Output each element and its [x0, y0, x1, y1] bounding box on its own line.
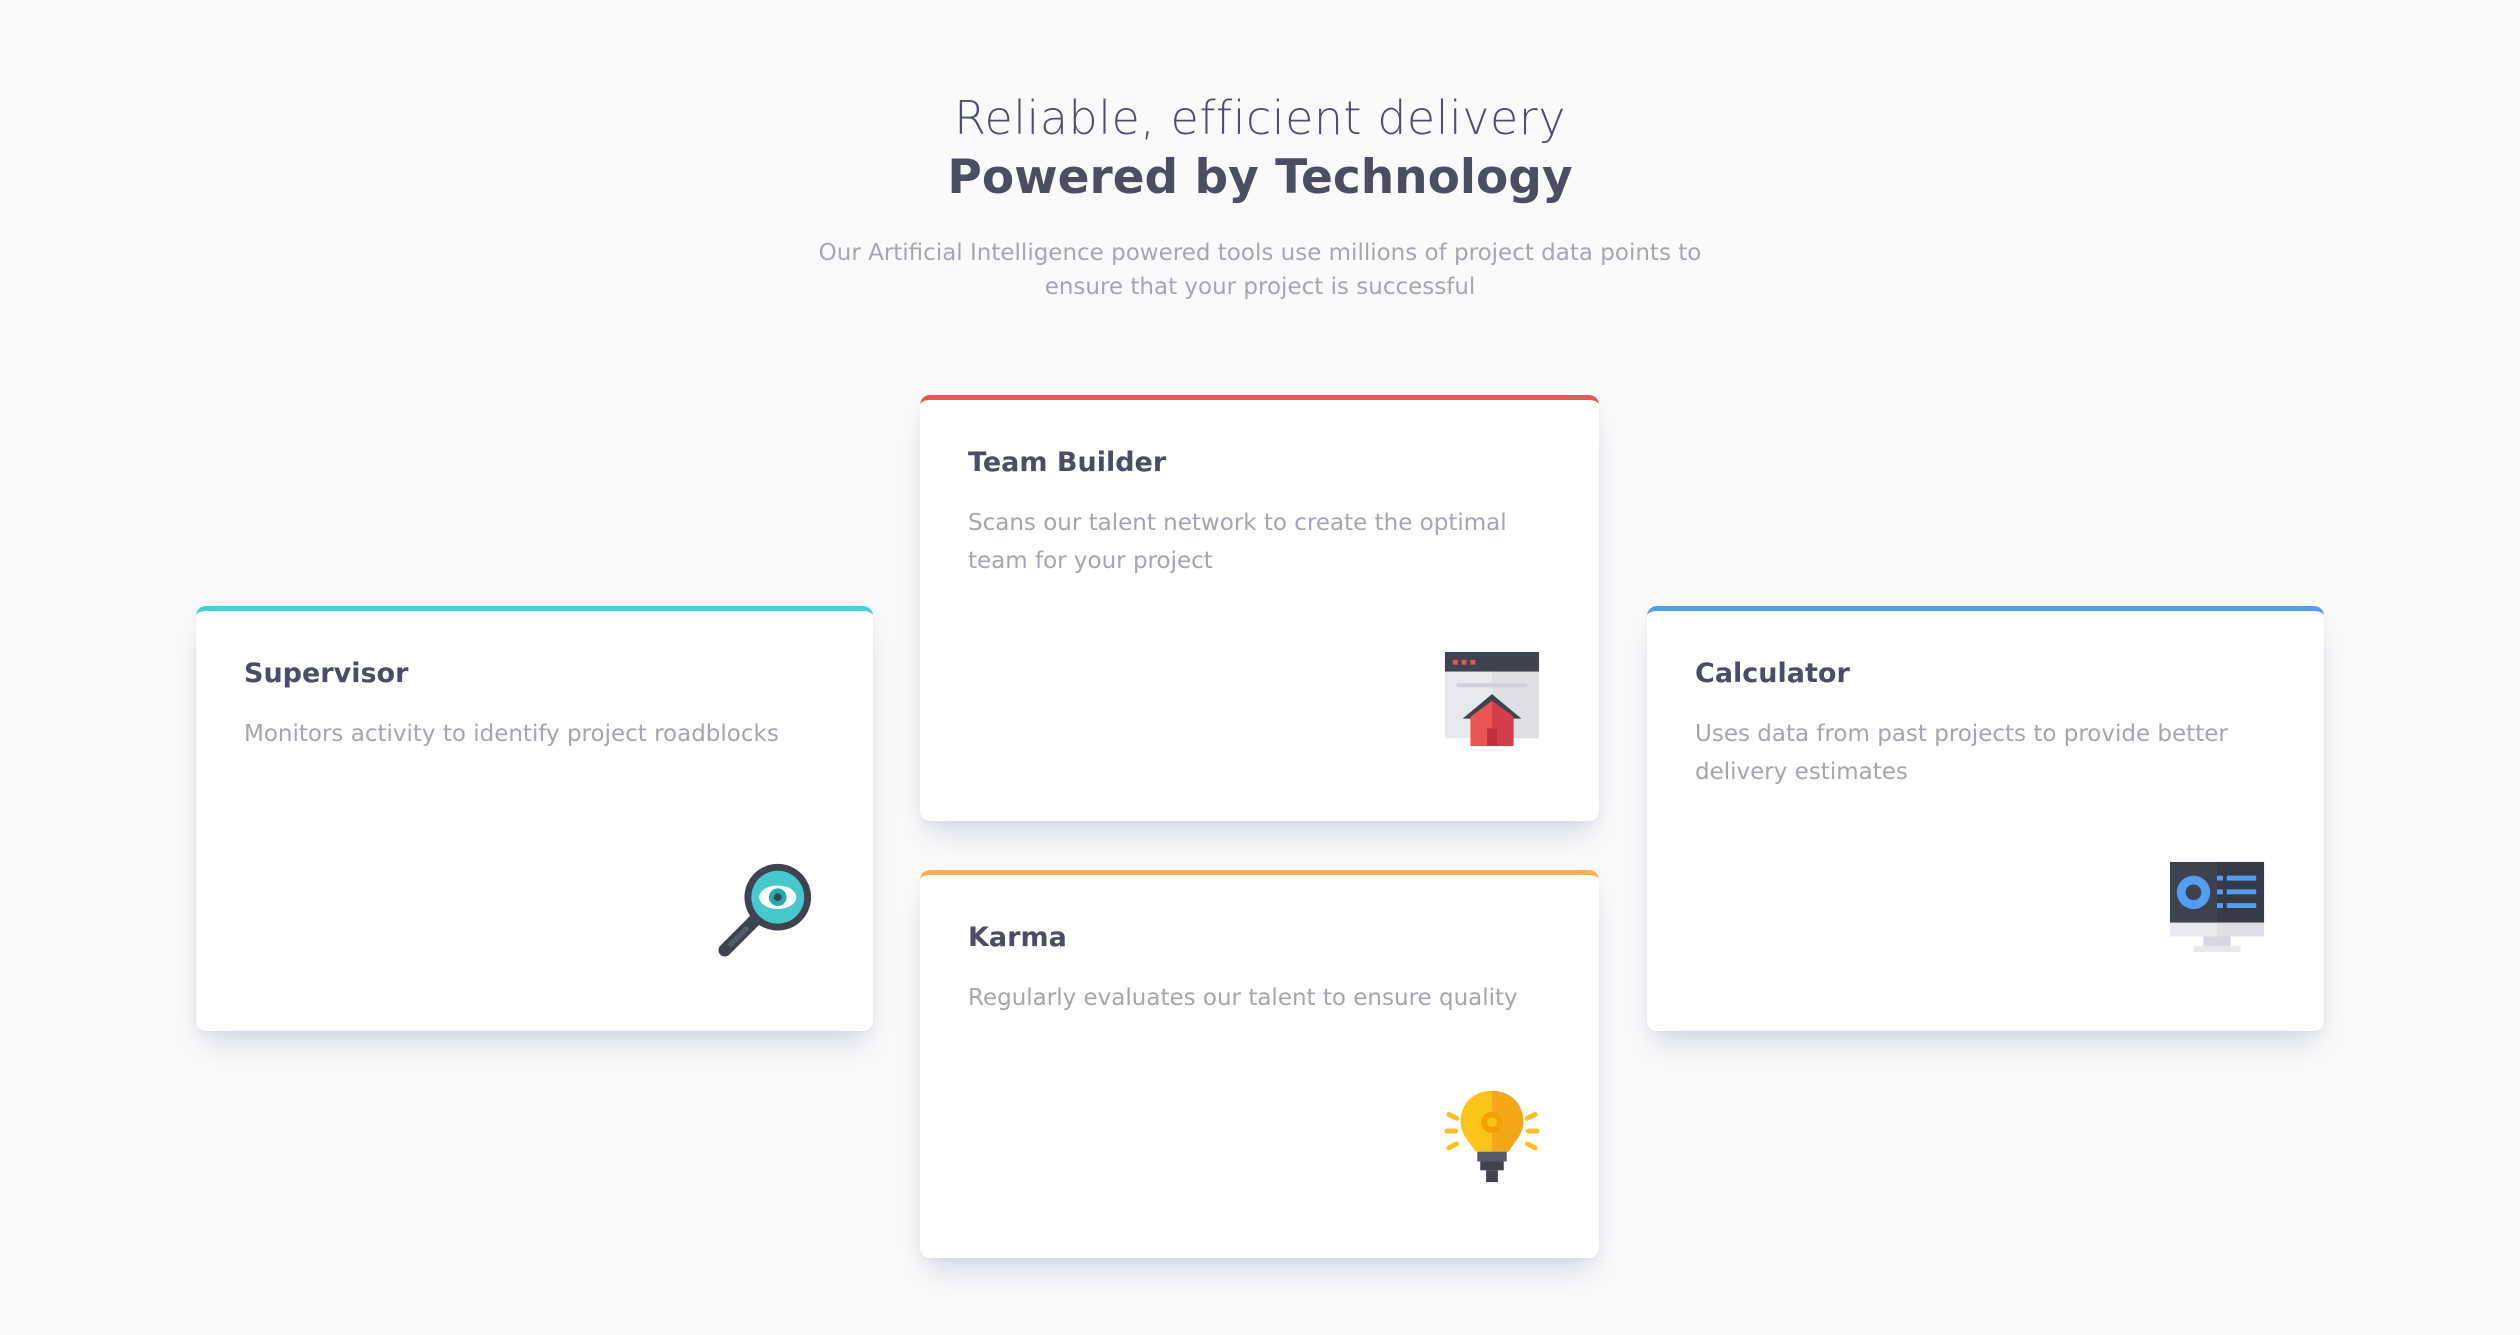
card-supervisor: Supervisor Monitors activity to identify… — [196, 606, 873, 1031]
card-description: Uses data from past projects to provide … — [1695, 721, 2228, 785]
card-title: Team Builder — [968, 447, 1167, 478]
card-title: Supervisor — [244, 658, 409, 689]
card-description: Scans our talent network to create the o… — [968, 510, 1507, 574]
header-title-light: Reliable, efficient delivery — [954, 91, 1566, 145]
page-header: Reliable, efficient delivery Powered by … — [0, 88, 2520, 304]
browser-house-icon — [1443, 650, 1541, 748]
card-team-builder: Team Builder Scans our talent network to… — [920, 395, 1599, 821]
header-description: Our Artificial Intelligence powered tool… — [818, 240, 1702, 300]
card-description: Regularly evaluates our talent to ensure… — [968, 985, 1518, 1011]
header-title-strong: Powered by Technology — [947, 150, 1573, 205]
card-description: Monitors activity to identify project ro… — [244, 721, 779, 747]
card-calculator: Calculator Uses data from past projects … — [1647, 606, 2324, 1031]
magnifier-eye-icon — [717, 860, 815, 958]
card-title: Calculator — [1695, 658, 1850, 689]
card-karma: Karma Regularly evaluates our talent to … — [920, 870, 1599, 1258]
monitor-calculator-icon — [2168, 860, 2266, 958]
card-title: Karma — [968, 922, 1067, 953]
lightbulb-icon — [1443, 1087, 1541, 1185]
